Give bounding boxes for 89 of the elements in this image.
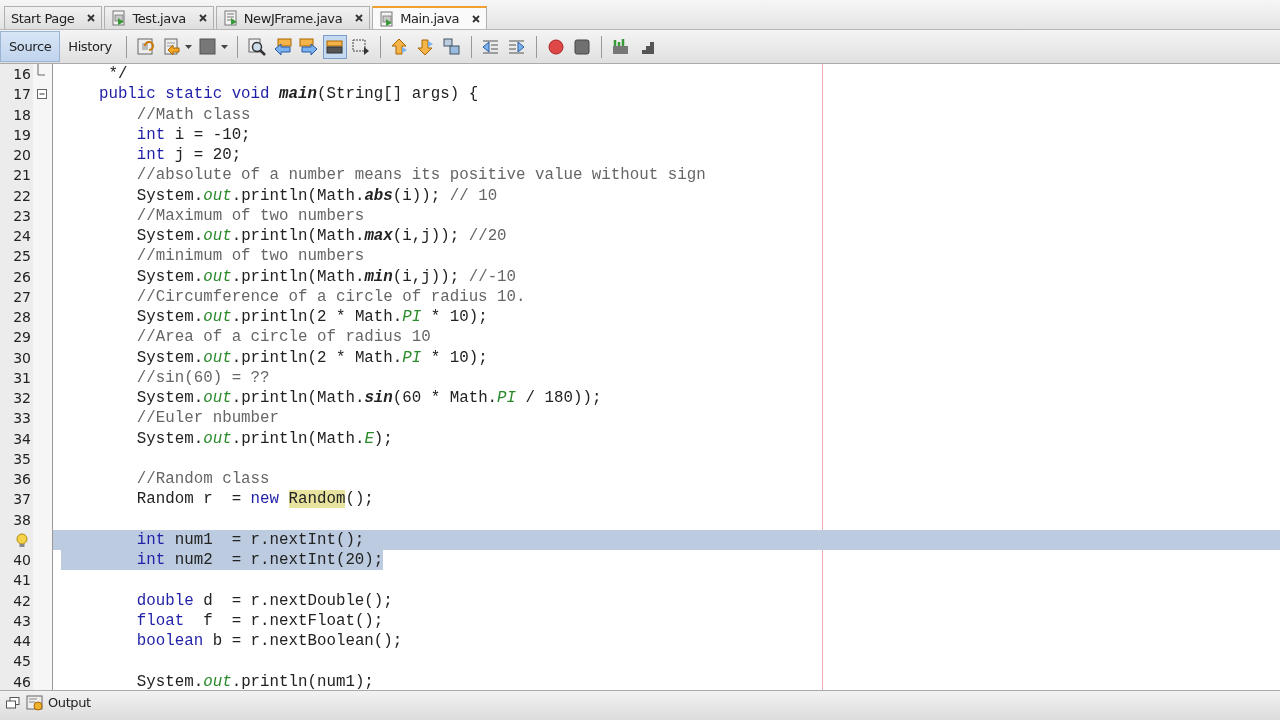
- code-line: //Math class: [135, 104, 251, 125]
- code-line: double d = r.nextDouble();: [135, 590, 393, 611]
- file-icon: [111, 10, 128, 26]
- arrow-down-icon: [415, 36, 436, 57]
- file-icon: [379, 10, 396, 27]
- code-line: System.out.println(num1);: [135, 671, 374, 690]
- line-number: 42: [13, 592, 31, 609]
- line-number: 26: [13, 268, 31, 285]
- arrow-left-icon: [272, 36, 293, 57]
- lightbulb-icon[interactable]: [16, 532, 28, 548]
- editor-tab[interactable]: NewJFrame.java: [215, 6, 371, 29]
- line-number: 18: [13, 106, 31, 123]
- editor-tab[interactable]: Start Page: [4, 6, 103, 29]
- view-tab[interactable]: History: [60, 31, 120, 62]
- code-line: int j = 20;: [135, 145, 242, 166]
- line-number: 21: [13, 167, 31, 184]
- line-number: 20: [13, 147, 31, 163]
- line-number: 46: [13, 673, 31, 690]
- line-number: 27: [13, 288, 31, 305]
- close-icon[interactable]: [355, 14, 364, 22]
- code-line: //absolute of a number means its positive value without sign: [135, 165, 706, 186]
- code-line: //Circumference of a circle of radius 10.: [135, 286, 526, 307]
- code-line: System.out.println(Math.abs(i)); // 10: [135, 185, 498, 206]
- line-number: 16: [13, 66, 31, 82]
- code-line: */: [107, 64, 128, 85]
- code-line: //Area of a circle of radius 10: [135, 327, 431, 348]
- code-line: //Random class: [135, 469, 270, 490]
- square-icon: [197, 36, 218, 57]
- view-tab[interactable]: Source: [0, 31, 61, 62]
- line-number: 35: [13, 450, 31, 467]
- line-number: 22: [13, 187, 31, 204]
- caret-icon[interactable]: [220, 44, 228, 49]
- shapes-icon: [441, 36, 462, 57]
- line-number: 36: [13, 471, 31, 487]
- rectangle-icon: [350, 36, 371, 57]
- arrow-up-icon: [389, 36, 410, 57]
- stop-icon: [571, 36, 592, 57]
- file-icon: [222, 10, 239, 26]
- search-icon: [246, 36, 267, 57]
- close-icon[interactable]: [198, 14, 207, 22]
- code-line: float f = r.nextFloat();: [135, 610, 384, 631]
- line-number: 17: [13, 86, 31, 103]
- line-number: 23: [13, 207, 31, 224]
- line-number: 31: [13, 369, 31, 386]
- code-line: System.out.println(2 * Math.PI * 10);: [135, 347, 488, 368]
- code-line: //Maximum of two numbers: [135, 205, 365, 226]
- caret-icon[interactable]: [184, 44, 192, 49]
- line-number: 45: [13, 653, 31, 670]
- code-line: //Euler nbumber: [135, 408, 280, 429]
- collapse-icon[interactable]: [37, 89, 47, 100]
- close-icon[interactable]: [472, 14, 481, 23]
- line-number: 38: [13, 511, 31, 528]
- close-icon[interactable]: [87, 14, 96, 22]
- page-icon: [161, 36, 182, 57]
- code-line: System.out.println(Math.max(i,j)); //20: [135, 226, 507, 247]
- line-number: 29: [13, 329, 31, 346]
- line-number: 24: [13, 228, 31, 244]
- line-number: 44: [13, 633, 31, 649]
- line-number: 19: [13, 126, 31, 143]
- line-number: 28: [13, 309, 31, 325]
- restore-icon[interactable]: [6, 696, 20, 709]
- code-line: public static void main(String[] args) {: [97, 84, 479, 105]
- code-line: System.out.println(2 * Math.PI * 10);: [135, 307, 488, 328]
- editor-tab[interactable]: Test.java: [104, 6, 214, 29]
- line-number: 30: [13, 349, 31, 366]
- line-number: 40: [13, 552, 31, 568]
- line-number: 33: [13, 410, 31, 427]
- page-icon: [135, 36, 156, 57]
- code-line: Random r = new Random();: [135, 489, 374, 510]
- bar-chart-icon: [610, 36, 631, 57]
- line-number: 41: [13, 572, 31, 589]
- output-tab[interactable]: Output: [26, 694, 91, 711]
- code-line: boolean b = r.nextBoolean();: [135, 631, 403, 652]
- line-number: 37: [13, 491, 31, 508]
- code-line: //minimum of two numbers: [135, 246, 365, 267]
- line-number: 34: [13, 430, 31, 447]
- arrow-right-icon: [298, 36, 319, 57]
- code-line: int i = -10;: [135, 124, 251, 145]
- code-line: System.out.println(Math.E);: [135, 428, 393, 449]
- code-line: System.out.println(Math.sin(60 * Math.PI / 180));: [135, 388, 602, 409]
- editor-tab[interactable]: Main.java: [372, 6, 488, 29]
- console-icon: [26, 694, 44, 711]
- line-number: 25: [13, 248, 31, 265]
- line-number: 43: [13, 612, 31, 629]
- record-icon: [545, 36, 566, 57]
- code-line: //sin(60) = ??: [135, 367, 270, 388]
- code-line: System.out.println(Math.min(i,j)); //-10: [135, 266, 517, 287]
- toolbar-button[interactable]: [322, 34, 347, 59]
- line-number: 32: [13, 390, 31, 406]
